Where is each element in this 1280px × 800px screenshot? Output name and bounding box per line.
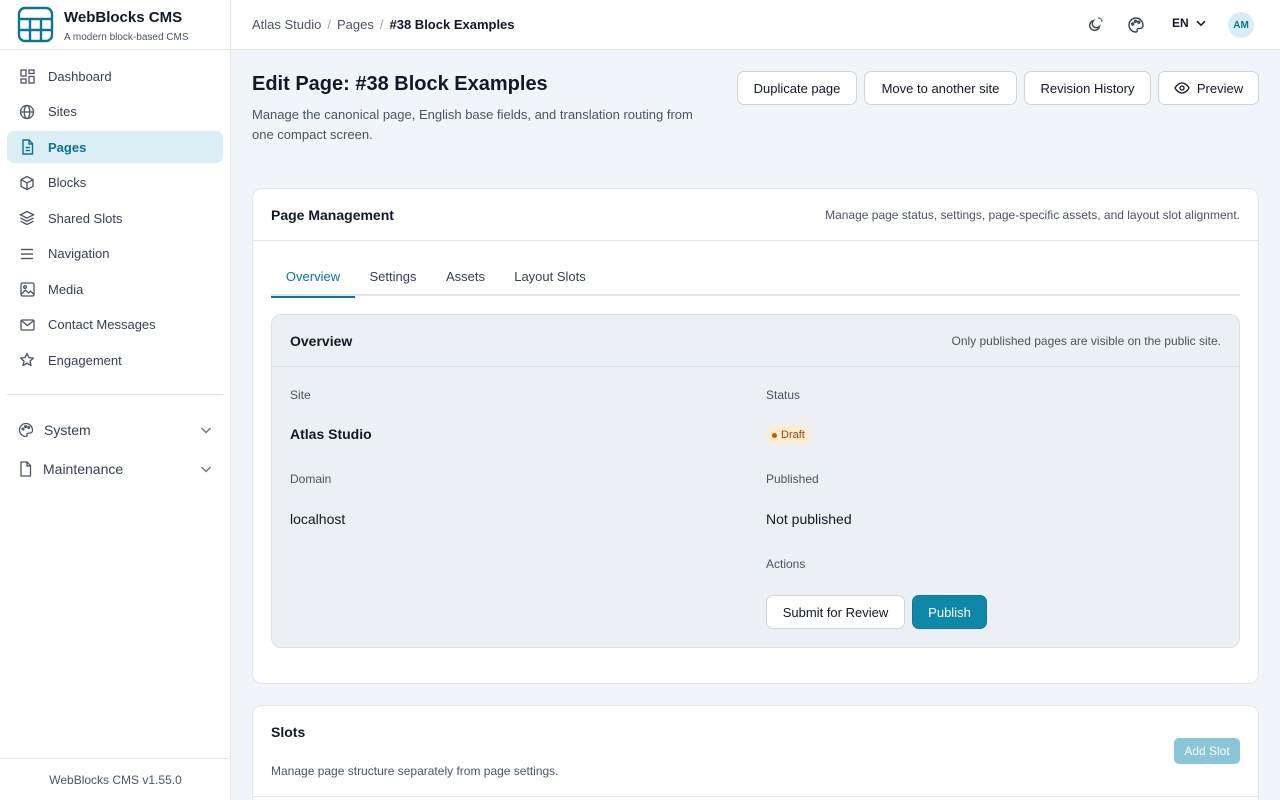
sidebar-item-label: Navigation	[48, 246, 110, 261]
breadcrumb: Atlas Studio / Pages / #38 Block Example…	[252, 17, 515, 32]
preview-label: Preview	[1196, 80, 1244, 96]
star-icon	[19, 352, 35, 368]
tab-overview[interactable]: Overview	[271, 263, 355, 298]
dashboard-icon	[19, 68, 35, 84]
language-selector[interactable]: EN	[1172, 16, 1207, 30]
page-management-card: Page Management Manage page status, sett…	[252, 188, 1259, 684]
sidebar-item-label: Dashboard	[48, 68, 112, 84]
status-badge: Draft	[766, 426, 811, 444]
layers-icon	[19, 210, 35, 226]
sidebar-version: WebBlocks CMS v1.55.0	[0, 758, 231, 800]
panel-title: Overview	[290, 333, 353, 349]
sidebar-item-media[interactable]: Media	[7, 273, 223, 305]
sidebar-item-navigation[interactable]: Navigation	[7, 238, 223, 270]
palette-icon[interactable]	[1127, 16, 1145, 34]
sidebar-item-sites[interactable]: Sites	[7, 96, 223, 128]
revision-history-button[interactable]: Revision History	[1024, 71, 1151, 105]
page-title: Edit Page: #38 Block Examples	[252, 73, 548, 95]
domain-value: localhost	[290, 511, 346, 527]
sidebar-item-label: Blocks	[48, 175, 87, 190]
sidebar-item-label: Pages	[48, 139, 87, 155]
card-header: Page Management Manage page status, sett…	[253, 189, 1258, 241]
move-site-button[interactable]: Move to another site	[864, 71, 1017, 105]
avatar[interactable]: AM	[1228, 12, 1254, 38]
status-label: Status	[766, 388, 801, 402]
chevron-down-icon	[201, 466, 211, 473]
sidebar-item-label: Shared Slots	[48, 210, 123, 226]
card-title: Page Management	[271, 207, 394, 223]
file-icon	[18, 461, 33, 477]
slots-description: Manage page structure separately from pa…	[271, 764, 559, 778]
preview-button[interactable]: Preview	[1158, 71, 1259, 105]
overview-panel: Overview Only published pages are visibl…	[271, 314, 1240, 648]
sidebar-item-engagement[interactable]: Engagement	[7, 344, 223, 376]
site-value: Atlas Studio	[290, 426, 372, 442]
tab-assets[interactable]: Assets	[437, 263, 494, 296]
sidebar-item-contact-messages[interactable]: Contact Messages	[7, 309, 223, 341]
language-code: EN	[1172, 16, 1189, 30]
brand: WebBlocks CMS A modern block-based CMS	[0, 0, 231, 50]
panel-note: Only published pages are visible on the …	[951, 334, 1222, 348]
menu-icon	[19, 246, 35, 262]
published-label: Published	[766, 472, 819, 486]
sidebar-item-label: Engagement	[48, 352, 122, 368]
breadcrumb-pages-link[interactable]: Pages	[337, 17, 374, 32]
tab-settings[interactable]: Settings	[360, 263, 426, 296]
add-slot-button[interactable]: Add Slot	[1174, 738, 1240, 764]
sidebar-item-dashboard[interactable]: Dashboard	[7, 60, 223, 92]
tab-layout-slots[interactable]: Layout Slots	[505, 263, 595, 296]
sidebar-item-pages[interactable]: Pages	[7, 131, 223, 163]
sidebar-item-shared-slots[interactable]: Shared Slots	[7, 202, 223, 234]
breadcrumb-separator: /	[327, 17, 331, 32]
sidebar-item-blocks[interactable]: Blocks	[7, 167, 223, 199]
image-icon	[19, 281, 35, 297]
duplicate-page-button[interactable]: Duplicate page	[737, 71, 857, 105]
publish-button[interactable]: Publish	[912, 595, 987, 629]
site-label: Site	[290, 388, 311, 402]
submit-for-review-button[interactable]: Submit for Review	[766, 595, 905, 629]
status-value: Draft	[781, 429, 805, 441]
sidebar-item-label: Media	[48, 281, 84, 297]
eye-icon	[1174, 82, 1190, 94]
topbar: Atlas Studio / Pages / #38 Block Example…	[231, 0, 1280, 50]
logo-icon	[17, 6, 54, 43]
sidebar-group-system[interactable]: System	[7, 414, 223, 446]
document-icon	[19, 139, 35, 155]
theme-toggle-icon[interactable]	[1086, 16, 1104, 34]
globe-icon	[19, 104, 35, 120]
breadcrumb-separator: /	[379, 17, 384, 32]
breadcrumb-site-link[interactable]: Atlas Studio	[252, 17, 321, 32]
chevron-down-icon	[1196, 20, 1206, 27]
domain-label: Domain	[290, 472, 332, 486]
tab-bar: Overview Settings Assets Layout Slots	[271, 263, 1240, 298]
breadcrumb-current: #38 Block Examples	[389, 17, 515, 32]
sidebar-group-label: Maintenance	[43, 461, 124, 477]
slots-title: Slots	[271, 724, 306, 740]
published-value: Not published	[766, 511, 852, 527]
brand-name: WebBlocks CMS	[64, 9, 183, 26]
sidebar-nav: Dashboard Sites Pages Blocks Shared Slot…	[7, 60, 223, 380]
panel-header: Overview Only published pages are visibl…	[272, 315, 1239, 367]
sidebar-divider	[7, 394, 223, 395]
palette-icon	[18, 422, 34, 438]
page-subtitle: Manage the canonical page, English base …	[252, 107, 693, 142]
actions-label: Actions	[766, 557, 806, 571]
chevron-down-icon	[201, 427, 211, 434]
sidebar: WebBlocks CMS A modern block-based CMS D…	[0, 0, 231, 800]
sidebar-group-maintenance[interactable]: Maintenance	[7, 453, 223, 485]
sidebar-item-label: Sites	[48, 104, 77, 119]
status-dot-icon	[772, 432, 777, 438]
cube-icon	[19, 175, 35, 191]
mail-icon	[19, 317, 35, 333]
card-description: Manage page status, settings, page-speci…	[825, 208, 1240, 222]
sidebar-group-label: System	[44, 422, 91, 438]
slots-divider	[253, 796, 1258, 797]
slots-card: Slots Manage page structure separately f…	[252, 705, 1259, 800]
sidebar-item-label: Contact Messages	[48, 317, 156, 332]
brand-tagline: A modern block-based CMS	[64, 32, 189, 43]
